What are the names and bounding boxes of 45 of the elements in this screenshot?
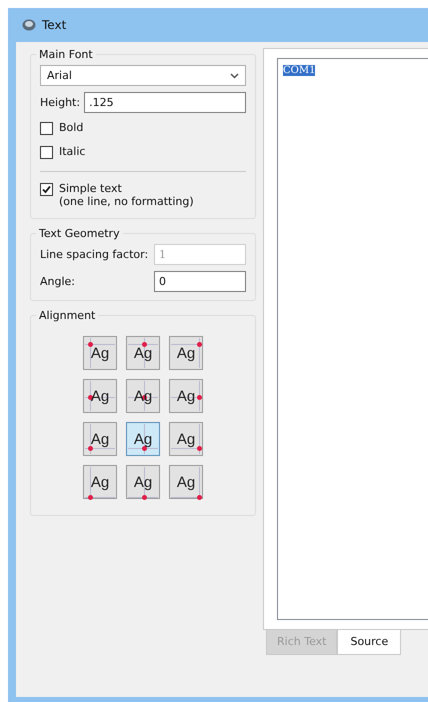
editor-text: COM1	[283, 65, 316, 76]
alignment-button[interactable]: Ag	[126, 336, 160, 370]
anchor-dot	[142, 446, 147, 451]
checkbox[interactable]	[40, 146, 53, 159]
checkbox[interactable]	[40, 183, 53, 196]
anchor-dot	[142, 495, 147, 500]
checkbox-label: Simple text (one line, no formatting)	[59, 182, 194, 208]
alignment-button[interactable]: Ag	[83, 336, 117, 370]
alignment-button[interactable]: Ag	[83, 379, 117, 413]
group-title: Alignment	[38, 309, 96, 322]
field-label: Angle:	[40, 275, 76, 288]
app-icon	[22, 19, 36, 31]
font-dropdown[interactable]: Arial	[40, 65, 246, 86]
anchor-dot	[88, 446, 93, 451]
checkbox[interactable]	[40, 122, 53, 135]
anchor-dot	[88, 495, 93, 500]
alignment-button[interactable]: Ag	[126, 379, 160, 413]
tab[interactable]: Source	[337, 630, 402, 655]
alignment-button[interactable]: Ag	[169, 422, 203, 456]
anchor-dot	[197, 342, 202, 347]
anchor-dot	[142, 395, 147, 400]
group-title: Main Font	[38, 48, 94, 61]
height-field[interactable]: .125	[84, 92, 246, 113]
checkbox-label: Bold	[59, 121, 84, 134]
anchor-dot	[88, 342, 93, 347]
alignment-button[interactable]: Ag	[169, 379, 203, 413]
alignment-button[interactable]: Ag	[169, 336, 203, 370]
group-title: Text Geometry	[38, 227, 121, 240]
window-title: Text	[42, 18, 66, 32]
input-field[interactable]: 0	[154, 271, 246, 292]
anchor-dot	[88, 395, 93, 400]
alignment-button[interactable]: Ag	[83, 465, 117, 499]
alignment-button[interactable]: Ag	[126, 422, 160, 456]
checkbox-label: Italic	[59, 145, 86, 158]
alignment-button[interactable]: Ag	[83, 422, 117, 456]
field-label: Height:	[40, 96, 80, 109]
anchor-dot	[197, 495, 202, 500]
anchor-dot	[197, 446, 202, 451]
anchor-dot	[197, 395, 202, 400]
anchor-dot	[142, 342, 147, 347]
alignment-button[interactable]: Ag	[126, 465, 160, 499]
field-label: Line spacing factor:	[40, 248, 150, 261]
text-editor[interactable]: COM1	[277, 58, 428, 620]
alignment-button[interactable]: Ag	[169, 465, 203, 499]
caret-icon	[230, 72, 239, 78]
